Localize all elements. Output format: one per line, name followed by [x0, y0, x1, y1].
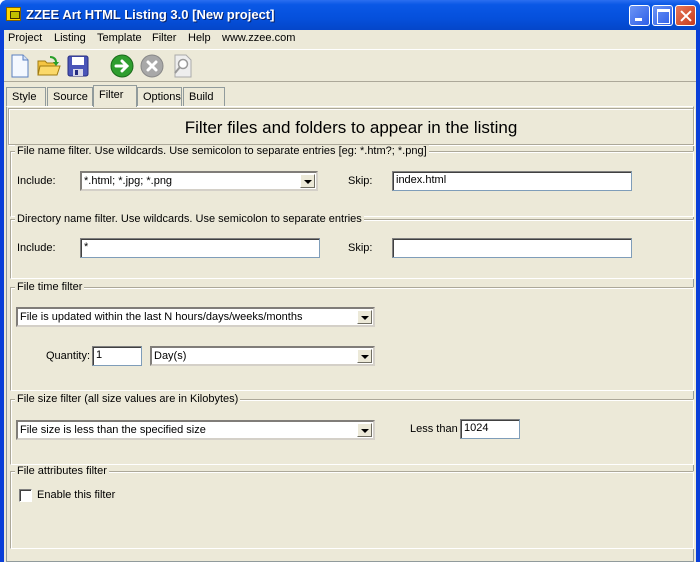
file-skip-label: Skip: — [348, 175, 373, 187]
file-time-filter-legend: File time filter — [15, 281, 85, 293]
size-mode-value: File size is less than the specified siz… — [20, 424, 206, 436]
header-text: Filter files and folders to appear in th… — [184, 118, 518, 137]
menu-project[interactable]: Project — [8, 32, 42, 44]
less-than-input[interactable]: 1024 — [460, 419, 520, 439]
dir-include-label: Include: — [17, 242, 56, 254]
chevron-down-icon[interactable] — [357, 310, 372, 324]
dir-include-input[interactable]: * — [80, 238, 320, 258]
dir-skip-input[interactable] — [392, 238, 632, 258]
file-include-value: *.html; *.jpg; *.png — [84, 175, 173, 187]
title-bar[interactable]: ZZEE Art HTML Listing 3.0 [New project] — [0, 0, 700, 30]
chevron-down-icon[interactable] — [300, 174, 315, 188]
maximize-button[interactable] — [652, 5, 673, 26]
stop-icon — [140, 54, 164, 78]
chevron-down-icon[interactable] — [357, 423, 372, 437]
enable-filter-label[interactable]: Enable this filter — [37, 489, 115, 501]
file-skip-input[interactable]: index.html — [392, 171, 632, 191]
file-time-filter-group: File time filter File is updated within … — [10, 281, 694, 391]
menu-website-link[interactable]: www.zzee.com — [222, 32, 295, 44]
toolbar — [4, 49, 696, 82]
time-mode-value: File is updated within the last N hours/… — [20, 311, 303, 323]
file-size-filter-group: File size filter (all size values are in… — [10, 393, 694, 465]
size-mode-combo[interactable]: File size is less than the specified siz… — [16, 420, 375, 440]
file-attr-filter-legend: File attributes filter — [15, 465, 109, 477]
menu-template[interactable]: Template — [97, 32, 142, 44]
menu-filter[interactable]: Filter — [152, 32, 176, 44]
tab-style[interactable]: Style — [6, 87, 46, 107]
tab-options[interactable]: Options — [137, 87, 182, 107]
menu-listing[interactable]: Listing — [54, 32, 86, 44]
dir-name-filter-group: Directory name filter. Use wildcards. Us… — [10, 213, 694, 279]
close-button[interactable] — [675, 5, 696, 26]
time-mode-combo[interactable]: File is updated within the last N hours/… — [16, 307, 375, 327]
time-unit-combo[interactable]: Day(s) — [150, 346, 375, 366]
window-title: ZZEE Art HTML Listing 3.0 [New project] — [26, 7, 275, 22]
menu-bar: Project Listing Template Filter Help www… — [4, 30, 696, 48]
tab-build[interactable]: Build — [183, 87, 225, 107]
open-button[interactable] — [37, 54, 61, 78]
app-icon[interactable] — [6, 7, 21, 21]
tab-filter[interactable]: Filter — [93, 85, 137, 107]
preview-magnifier-icon — [174, 54, 192, 78]
menu-help[interactable]: Help — [188, 32, 211, 44]
build-go-button[interactable] — [110, 54, 134, 78]
app-window: ZZEE Art HTML Listing 3.0 [New project] … — [0, 0, 700, 562]
go-arrow-icon — [110, 54, 134, 78]
tab-source[interactable]: Source — [47, 87, 93, 107]
chevron-down-icon[interactable] — [357, 349, 372, 363]
time-unit-value: Day(s) — [154, 350, 187, 362]
file-include-combo[interactable]: *.html; *.jpg; *.png — [80, 171, 318, 191]
file-name-filter-group: File name filter. Use wildcards. Use sem… — [10, 145, 694, 217]
new-document-icon — [11, 54, 29, 78]
client-area: Project Listing Template Filter Help www… — [4, 30, 696, 562]
header-banner: Filter files and folders to appear in th… — [8, 108, 694, 145]
less-than-label: Less than — [410, 423, 458, 435]
quantity-label: Quantity: — [46, 350, 91, 362]
preview-button[interactable] — [170, 54, 194, 78]
save-button[interactable] — [66, 54, 90, 78]
quantity-input[interactable]: 1 — [92, 346, 142, 366]
file-size-filter-legend: File size filter (all size values are in… — [15, 393, 241, 405]
stop-button[interactable] — [140, 54, 164, 78]
file-include-label: Include: — [17, 175, 56, 187]
file-name-filter-legend: File name filter. Use wildcards. Use sem… — [15, 145, 429, 157]
open-folder-icon — [37, 56, 61, 76]
minimize-button[interactable] — [629, 5, 650, 26]
file-attr-filter-group: File attributes filter Enable this filte… — [10, 465, 694, 549]
dir-skip-label: Skip: — [348, 242, 373, 254]
enable-filter-checkbox[interactable] — [19, 489, 32, 502]
save-disk-icon — [67, 55, 89, 77]
tab-strip: Style Source Filter Options Build — [4, 85, 696, 107]
new-button[interactable] — [8, 54, 32, 78]
dir-name-filter-legend: Directory name filter. Use wildcards. Us… — [15, 213, 364, 225]
